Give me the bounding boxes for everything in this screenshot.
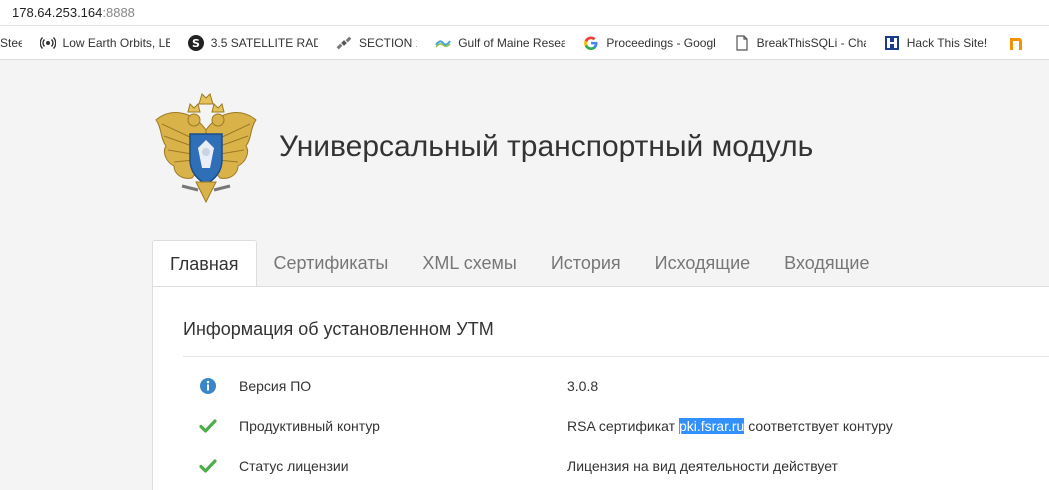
row-label: Версия ПО	[239, 378, 312, 394]
tab-outgoing[interactable]: Исходящие	[638, 240, 767, 287]
row-value-suffix: соответствует контуру	[744, 418, 893, 434]
bookmarks-bar: Stee Low Earth Orbits, LEO S 3.5 SATELLI…	[0, 26, 1049, 60]
bookmark-item[interactable]: SECTION 1	[336, 35, 417, 51]
emblem-logo	[152, 90, 260, 208]
tab-home[interactable]: Главная	[152, 240, 257, 287]
radio-signal-icon	[39, 35, 56, 51]
row-value: RSA сертификат pki.fsrar.ru соответствуе…	[567, 418, 893, 434]
tab-certificates[interactable]: Сертификаты	[257, 240, 406, 287]
tab-incoming[interactable]: Входящие	[767, 240, 886, 287]
row-label: Статус лицензии	[239, 458, 349, 474]
google-icon	[583, 35, 599, 51]
bookmark-item[interactable]: BreakThisSQLi - Challenge	[734, 34, 866, 51]
hts-logo-icon	[884, 35, 900, 51]
bookmark-item[interactable]: Stee	[0, 36, 22, 50]
info-row-production-contour: Продуктивный контур RSA сертификат pki.f…	[153, 415, 1049, 439]
bookmark-item[interactable]: Gulf of Maine Research	[435, 35, 565, 51]
panel-title: Информация об установленном УТМ	[183, 319, 494, 339]
bookmark-label: SECTION 1	[358, 35, 418, 50]
address-port: :8888	[102, 5, 135, 20]
gulf-logo-icon	[435, 35, 452, 51]
document-icon	[734, 34, 750, 51]
info-row-license-status: Статус лицензии Лицензия на вид деятельн…	[153, 455, 1049, 479]
bookmark-label: Hack This Site!	[906, 35, 988, 50]
satellite-icon	[336, 35, 352, 51]
tab-history[interactable]: История	[534, 240, 638, 287]
panel-divider	[183, 356, 1049, 357]
bookmark-item[interactable]: Hack This Site!	[884, 35, 991, 51]
page-title: Универсальный транспортный модуль	[279, 130, 814, 163]
s-badge-icon: S	[187, 34, 204, 51]
pki-link[interactable]: pki.fsrar.ru	[678, 418, 745, 434]
tab-xml-schemas[interactable]: XML схемы	[405, 240, 533, 287]
address-host: 178.64.253.164	[12, 5, 103, 20]
row-value-prefix: RSA сертификат	[567, 418, 679, 434]
bookmark-label: Gulf of Maine Research	[458, 35, 565, 50]
row-value: 3.0.8	[567, 378, 599, 394]
bookmark-item[interactable]	[1008, 35, 1031, 51]
row-value: Лицензия на вид деятельности действует	[567, 458, 838, 474]
bookmark-label: Proceedings - Google	[606, 35, 716, 50]
check-icon	[199, 417, 217, 435]
bookmark-label: BreakThisSQLi - Challenge	[756, 35, 866, 50]
bookmark-label: Stee	[0, 35, 22, 50]
bookmark-label: 3.5 SATELLITE RADIO	[210, 35, 318, 50]
address-bar[interactable]: 178.64.253.164:8888	[0, 0, 1049, 26]
main-tabs: Главная Сертификаты XML схемы История Ис…	[152, 240, 886, 287]
info-icon	[199, 377, 217, 395]
info-panel: Информация об установленном УТМ Версия П…	[152, 286, 1049, 490]
check-icon	[199, 457, 217, 475]
bookmark-label: Low Earth Orbits, LEO	[62, 35, 170, 50]
bookmark-item[interactable]: Proceedings - Google	[583, 35, 716, 51]
bookmark-item[interactable]: S 3.5 SATELLITE RADIO	[187, 34, 318, 51]
row-label: Продуктивный контур	[239, 418, 380, 434]
bookmark-item[interactable]: Low Earth Orbits, LEO	[39, 35, 170, 51]
n-logo-icon	[1008, 35, 1024, 51]
info-row-version: Версия ПО 3.0.8	[153, 375, 1049, 399]
svg-text:S: S	[192, 37, 200, 50]
